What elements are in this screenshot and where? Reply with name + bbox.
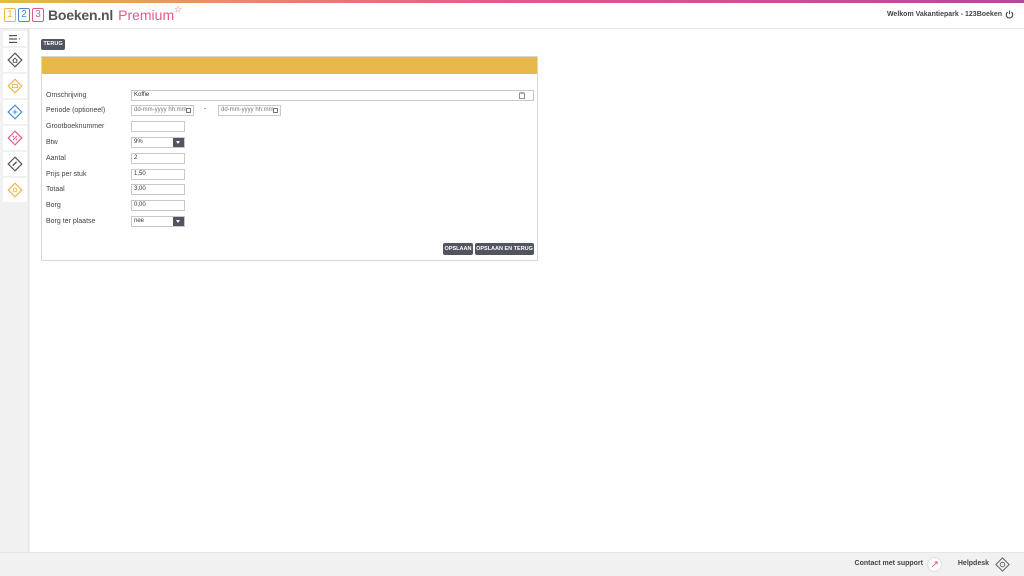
calendar-icon xyxy=(186,108,191,113)
discount-icon xyxy=(7,130,23,146)
pricing-icon xyxy=(7,78,23,94)
row-prijs: Prijs per stuk 1,50 xyxy=(42,169,537,181)
move-icon xyxy=(7,104,23,120)
borg-value: 0,00 xyxy=(134,202,146,208)
save-and-back-button[interactable]: OPSLAAN EN TERUG xyxy=(475,243,534,255)
sidebar-item-pricing[interactable] xyxy=(3,74,27,98)
row-borg: Borg 0,00 xyxy=(42,200,537,212)
settings-icon xyxy=(7,182,23,198)
borg-ter-plaatse-value: nee xyxy=(134,218,145,224)
periode-separator: - xyxy=(204,106,207,113)
label-borg: Borg xyxy=(46,202,61,209)
row-grootboeknummer: Grootboeknummer xyxy=(42,121,537,133)
sidebar-item-home[interactable] xyxy=(3,48,27,72)
sidebar-item-discount[interactable] xyxy=(3,126,27,150)
label-periode: Periode (optioneel) xyxy=(46,107,106,114)
sidebar-item-settings[interactable] xyxy=(3,178,27,202)
totaal-value: 3,00 xyxy=(134,186,146,192)
main-content: TERUG Omschrijving Koffie Periode (optio… xyxy=(30,29,1024,552)
prijs-value: 1,50 xyxy=(134,171,146,177)
back-button[interactable]: TERUG xyxy=(41,39,65,50)
label-omschrijving: Omschrijving xyxy=(46,92,87,99)
sidebar-item-move[interactable] xyxy=(3,100,27,124)
user-welcome: Welkom Vakantiepark - 123Boeken xyxy=(887,10,1014,19)
sidebar-item-ticket[interactable] xyxy=(3,152,27,176)
helpdesk-link[interactable]: Helpdesk xyxy=(958,560,989,567)
hamburger-icon xyxy=(9,34,21,43)
label-aantal: Aantal xyxy=(46,155,66,162)
grootboeknummer-input[interactable] xyxy=(131,121,185,132)
label-borg-ter-plaatse: Borg ter plaatse xyxy=(46,218,96,225)
omschrijving-input[interactable]: Koffie xyxy=(131,90,534,101)
home-icon xyxy=(7,52,23,68)
welcome-text: Welkom Vakantiepark - 123Boeken xyxy=(886,11,1002,18)
row-totaal: Totaal 3,00 xyxy=(42,184,537,196)
save-button[interactable]: OPSLAAN xyxy=(443,243,473,255)
row-omschrijving: Omschrijving Koffie xyxy=(42,90,537,102)
borg-ter-plaatse-select[interactable]: nee xyxy=(131,216,185,227)
row-periode: Periode (optioneel) dd-mm-yyyy hh:mm - d… xyxy=(42,105,537,117)
support-link[interactable]: Contact met support xyxy=(855,560,923,567)
prijs-input[interactable]: 1,50 xyxy=(131,169,185,180)
periode-to-input[interactable]: dd-mm-yyyy hh:mm xyxy=(218,105,281,116)
chevron-down-icon xyxy=(173,138,184,147)
star-icon: ☆ xyxy=(174,3,183,14)
logo-brand: Boeken.nl xyxy=(48,7,114,23)
aantal-value: 2 xyxy=(134,155,138,161)
logo-digit-3: 3 xyxy=(32,8,44,22)
label-btw: Btw xyxy=(46,139,58,146)
omschrijving-value: Koffie xyxy=(134,92,150,98)
logo[interactable]: 1 2 3 Boeken.nl Premium ☆ xyxy=(4,3,183,23)
logo-digit-1: 1 xyxy=(4,8,16,22)
logo-premium: Premium xyxy=(118,7,175,23)
clipboard-icon xyxy=(519,92,525,99)
btw-select[interactable]: 9% xyxy=(131,137,185,148)
sidebar xyxy=(0,29,29,552)
periode-from-input[interactable]: dd-mm-yyyy hh:mm xyxy=(131,105,194,116)
logo-digit-2: 2 xyxy=(18,8,30,22)
calendar-icon xyxy=(273,108,278,113)
periode-to-placeholder: dd-mm-yyyy hh:mm xyxy=(221,107,274,113)
label-prijs: Prijs per stuk xyxy=(46,171,87,178)
row-borg-ter-plaatse: Borg ter plaatse nee xyxy=(42,216,537,228)
menu-toggle-button[interactable] xyxy=(3,31,27,46)
panel-header-bar xyxy=(42,57,537,74)
rocket-icon[interactable] xyxy=(927,557,942,572)
btw-value: 9% xyxy=(134,139,143,145)
row-aantal: Aantal 2 xyxy=(42,153,537,165)
totaal-input[interactable]: 3,00 xyxy=(131,184,185,195)
app-header: 1 2 3 Boeken.nl Premium ☆ Welkom Vakanti… xyxy=(0,3,1024,29)
periode-from-placeholder: dd-mm-yyyy hh:mm xyxy=(134,107,187,113)
label-grootboeknummer: Grootboeknummer xyxy=(46,123,105,130)
row-btw: Btw 9% xyxy=(42,137,537,149)
label-totaal: Totaal xyxy=(46,186,65,193)
edit-panel: Omschrijving Koffie Periode (optioneel) … xyxy=(41,56,538,261)
helpdesk-icon[interactable] xyxy=(995,557,1010,572)
chevron-down-icon xyxy=(173,217,184,226)
footer: Contact met support Helpdesk xyxy=(0,552,1024,576)
borg-input[interactable]: 0,00 xyxy=(131,200,185,211)
ticket-icon xyxy=(7,156,23,172)
power-icon[interactable] xyxy=(1005,10,1014,19)
aantal-input[interactable]: 2 xyxy=(131,153,185,164)
